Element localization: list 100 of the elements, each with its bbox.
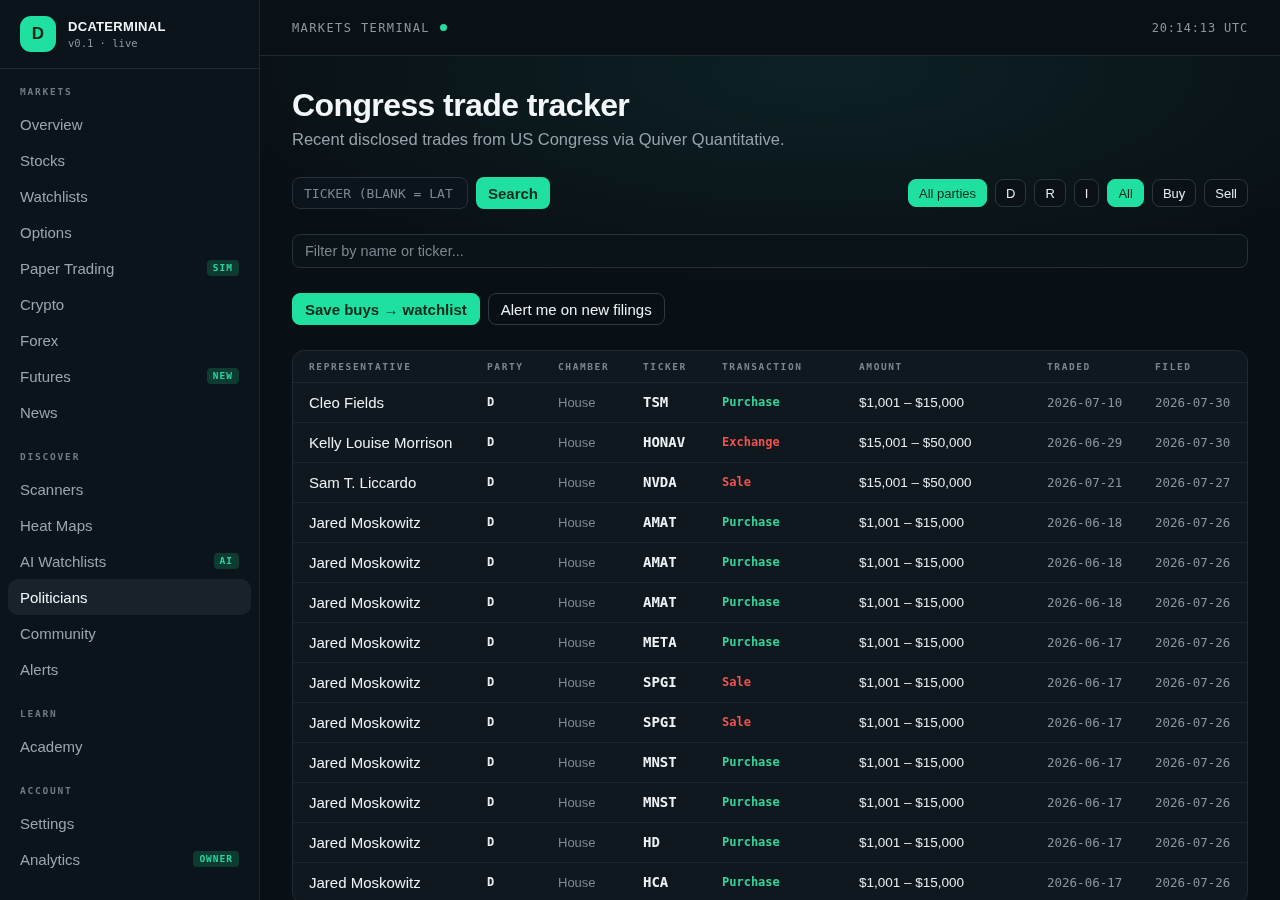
type-filter[interactable]: All [1107,179,1144,207]
chamber-cell: House [542,662,627,702]
nav-item[interactable]: Community [8,615,251,651]
chamber-cell: House [542,462,627,502]
column-header: TRADED [1031,351,1139,382]
name-cell: Sam T. Liccardo [293,462,471,502]
filed-date-cell: 2026-07-26 [1139,502,1247,542]
filter-field[interactable]: Filter by name or ticker... [292,234,1248,268]
nav-badge: AI [213,553,239,569]
amount-cell: $1,001 – $15,000 [843,862,1031,900]
nav-item[interactable]: AI Watchlists AI [8,543,251,579]
name-cell: Jared Moskowitz [293,622,471,662]
chamber-cell: House [542,622,627,662]
alert-button[interactable]: Alert me on new filings [487,293,665,325]
column-header: PARTY [471,351,542,382]
party-cell: D [471,462,542,502]
ticker-field[interactable]: TICKER (BLANK = LAT [292,177,468,209]
amount-cell: $1,001 – $15,000 [843,742,1031,782]
nav-item[interactable]: Stocks [8,142,251,178]
party-cell: D [471,822,542,862]
column-header: CHAMBER [542,351,627,382]
traded-date-cell: 2026-06-17 [1031,702,1139,742]
party-cell: D [471,702,542,742]
ticker-cell: HCA [627,862,706,900]
filed-date-cell: 2026-07-26 [1139,542,1247,582]
nav-item[interactable]: Futures NEW [8,358,251,394]
filed-date-cell: 2026-07-26 [1139,862,1247,900]
nav-item[interactable]: Paper Trading SIM [8,250,251,286]
traded-date-cell: 2026-06-17 [1031,822,1139,862]
ticker-cell: MNST [627,782,706,822]
name-cell: Jared Moskowitz [293,822,471,862]
name-cell: Jared Moskowitz [293,862,471,900]
page-title: Congress trade tracker [292,86,630,124]
transaction-cell: Purchase [706,822,843,862]
traded-date-cell: 2026-06-17 [1031,742,1139,782]
ticker-cell: HONAV [627,422,706,462]
app-logo: D [20,16,56,52]
version-label: v0.1 · live [68,36,139,50]
filed-date-cell: 2026-07-26 [1139,742,1247,782]
chamber-cell: House [542,542,627,582]
party-cell: D [471,542,542,582]
amount-cell: $1,001 – $15,000 [843,622,1031,662]
filed-date-cell: 2026-07-26 [1139,822,1247,862]
type-filter[interactable]: Sell [1204,179,1248,207]
section-label: DISCOVER [19,451,81,463]
chamber-cell: House [542,502,627,542]
traded-date-cell: 2026-06-18 [1031,502,1139,542]
nav-badge: OWNER [193,851,239,867]
party-cell: D [471,862,542,900]
traded-date-cell: 2026-07-10 [1031,382,1139,422]
terminal-title: MARKETS TERMINAL [292,20,430,35]
ticker-cell: NVDA [627,462,706,502]
chamber-cell: House [542,822,627,862]
nav-item[interactable]: Forex [8,322,251,358]
ticker-cell: MNST [627,742,706,782]
filed-date-cell: 2026-07-26 [1139,582,1247,622]
transaction-cell: Purchase [706,862,843,900]
name-cell: Cleo Fields [293,382,471,422]
column-header: REPRESENTATIVE [293,351,471,382]
search-button[interactable]: Search [476,177,551,209]
filed-date-cell: 2026-07-27 [1139,462,1247,502]
transaction-cell: Sale [706,662,843,702]
type-filter[interactable]: Buy [1151,179,1197,207]
section-label: ACCOUNT [19,785,73,797]
party-filter[interactable]: I [1073,179,1100,207]
filed-date-cell: 2026-07-26 [1139,622,1247,662]
nav-item[interactable]: News [8,394,251,430]
brand-name: DCATERMINAL [68,18,166,34]
transaction-cell: Purchase [706,382,843,422]
nav-item[interactable]: Analytics OWNER [8,841,251,877]
nav-item[interactable]: Scanners [8,471,251,507]
traded-date-cell: 2026-06-17 [1031,862,1139,900]
nav-item[interactable]: Politicians [8,579,251,615]
save-watchlist-button[interactable]: Save buys → watchlist [292,293,480,325]
nav-item[interactable]: Heat Maps [8,507,251,543]
transaction-cell: Purchase [706,742,843,782]
nav-item[interactable]: Options [8,214,251,250]
party-filter[interactable]: R [1034,179,1066,207]
party-filter[interactable]: D [995,179,1027,207]
chamber-cell: House [542,382,627,422]
nav-item[interactable]: Settings [8,805,251,841]
amount-cell: $1,001 – $15,000 [843,662,1031,702]
chamber-cell: House [542,582,627,622]
nav-item[interactable]: Academy [8,728,251,764]
traded-date-cell: 2026-06-17 [1031,782,1139,822]
nav-item[interactable]: Overview [8,106,251,142]
transaction-cell: Purchase [706,542,843,582]
nav-item[interactable]: Crypto [8,286,251,322]
name-cell: Jared Moskowitz [293,702,471,742]
party-filter[interactable]: All parties [907,179,988,207]
party-cell: D [471,742,542,782]
party-cell: D [471,782,542,822]
amount-cell: $1,001 – $15,000 [843,502,1031,542]
nav-item[interactable]: Watchlists [8,178,251,214]
nav-item[interactable]: Alerts [8,651,251,687]
chamber-cell: House [542,862,627,900]
party-cell: D [471,582,542,622]
filed-date-cell: 2026-07-30 [1139,422,1247,462]
party-cell: D [471,382,542,422]
ticker-cell: AMAT [627,542,706,582]
